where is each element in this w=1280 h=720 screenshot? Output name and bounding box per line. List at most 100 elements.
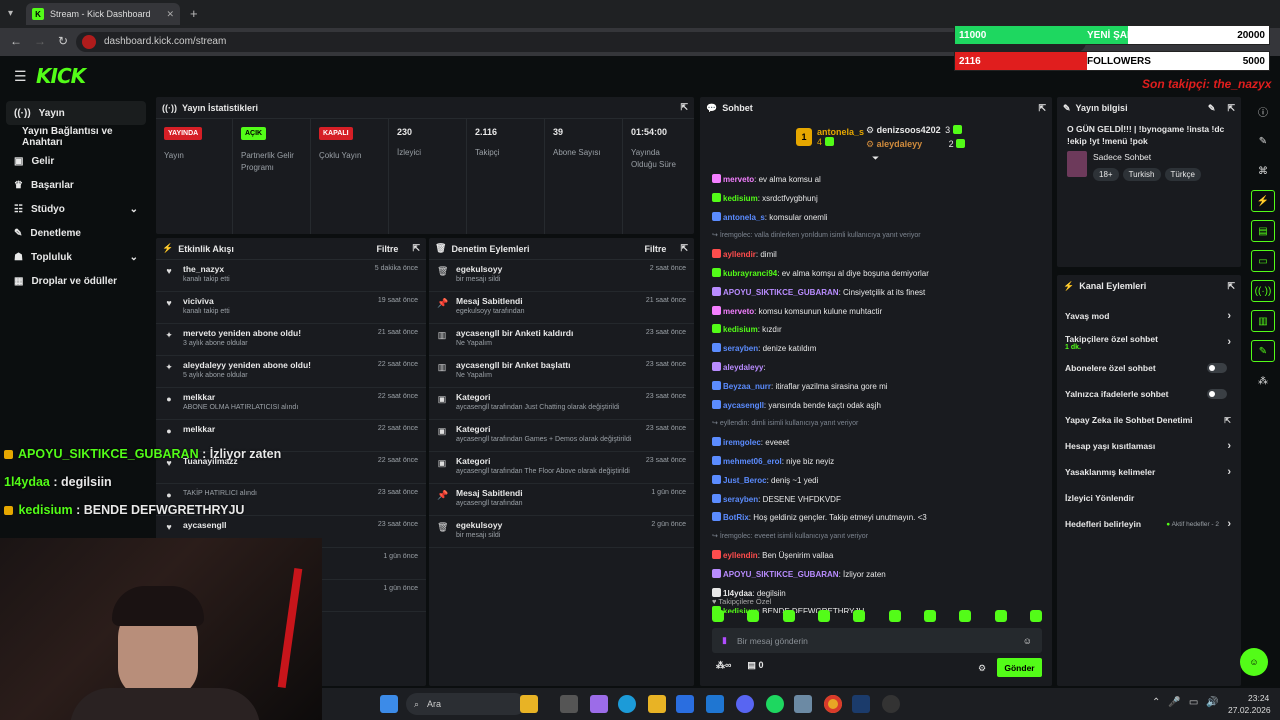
top-gifter-2[interactable]: ⚙ denizsoos4202 3 [866,125,964,136]
chat-username[interactable]: antonela_s [723,213,765,222]
popout-icon[interactable]: ⇱ [1038,103,1046,114]
mic-icon[interactable]: ▮ [722,635,727,646]
toggle-switch[interactable] [1207,363,1227,373]
chat-username[interactable]: kubrayranci94 [723,269,777,278]
list-item[interactable]: ▥ aycasengll bir Anket başlattı Ne Yapalım… [429,356,694,388]
popout-icon[interactable]: ⇱ [1227,281,1235,292]
chat-username[interactable]: aleydaleyy [723,363,763,372]
store-icon[interactable] [676,695,694,713]
list-item[interactable]: ♥ the_nazyx kanalı takip etti 5 dakika önce [156,260,426,292]
taskbar-search[interactable]: ⌕ Ara [406,693,526,715]
chat-settings-icon[interactable]: ⚙ [978,663,986,674]
chat-username[interactable]: serayben [723,344,758,353]
chat-username[interactable]: Just_Beroc [723,476,767,485]
list-item[interactable]: 📌 Mesaj Sabitlendi aycasengll tarafından 1 … [429,484,694,516]
expand-icon[interactable]: ⏷ [872,153,879,164]
chat-username[interactable]: APOYU_SIKTIKCE_GUBARAN [723,288,839,297]
obs-icon[interactable] [882,695,900,713]
tray-icons[interactable]: ⌃🎤▭🔊 [1152,697,1227,708]
kick-logo[interactable]: KICK [36,64,86,88]
emote-icon[interactable] [959,610,972,622]
top-gifter-3[interactable]: ⚙ aleydaleyy 2 [866,139,967,150]
chat-message[interactable]: BotRix: Hoş geldiniz gençler. Takip etme… [700,509,1052,528]
copilot-icon[interactable] [590,695,608,713]
tab-list-icon[interactable]: ▾ [8,8,13,19]
emote-icon[interactable] [923,610,936,622]
chat-message[interactable]: serayben: DESENE VHFDKVDF [700,491,1052,510]
popout-icon[interactable]: ⇱ [412,243,420,254]
chat-message[interactable]: ↪ İremgolec: valla dinlerken yorıldum is… [700,227,1052,246]
chat-message[interactable]: aycasengll: yansında bende kaçtı odak aş… [700,397,1052,416]
wrench-icon[interactable]: ✎ [1251,340,1275,362]
apps-icon[interactable]: ⁂ [1251,370,1275,392]
spotify-icon[interactable] [766,695,784,713]
chat-message[interactable]: Beyzaa_nurr: itiraflar yazilma sirasina … [700,378,1052,397]
list-item[interactable]: ✦ merveto yeniden abone oldu! 3 aylık abon… [156,324,426,356]
edit-icon[interactable]: ✎ [1251,130,1275,152]
chat-message[interactable]: Just_Beroc: deniş ~1 yedi [700,472,1052,491]
channel-action-item[interactable]: Abonelere özel sohbet [1057,355,1241,381]
chat-message[interactable]: mehmet06_erol: niye biz neyiz [700,453,1052,472]
channel-action-item[interactable]: Hesap yaşı kısıtlaması › [1057,433,1241,459]
list-item[interactable]: 🗑 egekulsoyy bir mesajı sildi 2 gün önce [429,516,694,548]
toggle-switch[interactable] [1207,389,1227,399]
emote-icon[interactable] [888,610,901,622]
chat-username[interactable]: serayben [723,495,758,504]
discord-icon[interactable] [736,695,754,713]
sidebar-item-drops[interactable]: ▦ Droplar ve ödüller [6,269,146,293]
sidebar-item-achievements[interactable]: ♛ Başarılar [6,173,146,197]
emote-icon[interactable] [1029,610,1042,622]
file-explorer-icon[interactable] [520,695,538,713]
chat-message[interactable]: kedisium: xsrdctfvygbhunj [700,190,1052,209]
reload-icon[interactable]: ↻ [58,34,68,48]
chat-message[interactable]: aleydaleyy: [700,359,1052,378]
sidebar-item-studio[interactable]: ☷ Stüdyo ⌄ [6,197,146,221]
sidebar-item-stream[interactable]: ((·)) Yayın [6,101,146,125]
chat-username[interactable]: Beyzaa_nurr [723,382,771,391]
edit-icon[interactable]: ✎ [1208,103,1216,114]
channel-action-item[interactable]: Yavaş mod › [1057,303,1241,329]
chat-message[interactable]: ↪ İremgolec: eveeet isimli kullanıcıya y… [700,528,1052,547]
chat-username[interactable]: merveto [723,307,754,316]
tab-close-icon[interactable]: ✕ [166,9,174,20]
forward-icon[interactable]: → [34,34,46,48]
notes-icon[interactable]: ▤ [1251,220,1275,242]
broadcast-icon[interactable]: ((·)) [1251,280,1275,302]
filter-button[interactable]: Filtre [644,244,666,254]
emote-icon[interactable] [712,610,724,622]
sidebar-item-community[interactable]: ☗ Topluluk ⌄ [6,245,146,269]
windows-start-icon[interactable] [380,695,398,713]
emoji-icon[interactable]: ☺ [1023,636,1032,646]
chat-message[interactable]: iremgolec: eveeet [700,434,1052,453]
list-item[interactable]: ♥ viciviva kanalı takip etti 19 saat önce [156,292,426,324]
emote-icon[interactable] [782,610,795,622]
stream-category[interactable]: Sadece Sohbet 18+ Turkish Türkçe [1057,147,1241,181]
viewer-list-icon[interactable]: ▤ 0 [747,660,763,671]
sidebar-item-revenue[interactable]: ▣ Gelir [6,149,146,173]
chat-input[interactable]: ▮ Bir mesaj gönderin ☺ [712,628,1042,653]
back-icon[interactable]: ← [10,34,22,48]
chat-message[interactable]: ayllendir: dimil [700,246,1052,265]
send-button[interactable]: Gönder [997,658,1042,677]
chat-username[interactable]: ayllendir [723,250,756,259]
chat-username[interactable]: eyllendin [723,551,758,560]
channel-action-item[interactable]: Takipçilere özel sohbet 1 dk. › [1057,329,1241,355]
app-icon[interactable] [794,695,812,713]
sidebar-item-moderation[interactable]: ✎ Denetleme [6,221,146,245]
channel-action-item[interactable]: Yapay Zeka ile Sohbet Denetimi ⇱ [1057,407,1241,433]
chat-message[interactable]: serayben: denize katıldım [700,340,1052,359]
list-item[interactable]: ▣ Kategori aycasengll tarafından Just Chat… [429,388,694,420]
browser-tab[interactable]: K Stream - Kick Dashboard ✕ [26,3,180,25]
emote-icon[interactable] [817,610,830,622]
address-bar[interactable]: dashboard.kick.com/stream [76,32,1086,52]
info-icon[interactable]: ⓘ [1251,100,1275,122]
chat-username[interactable]: kedisium [723,194,758,203]
chat-username[interactable]: merveto [723,175,754,184]
popout-icon[interactable]: ⇱ [680,243,688,254]
filter-button[interactable]: Filtre [376,244,398,254]
chat-username[interactable]: BotRix [723,513,749,522]
shortcut-icon[interactable]: ⌘ [1251,160,1275,182]
explorer-icon[interactable] [648,695,666,713]
emote-icon[interactable] [747,610,760,622]
sidebar-item-stream-key[interactable]: Yayın Bağlantısı ve Anahtarı [6,125,146,149]
